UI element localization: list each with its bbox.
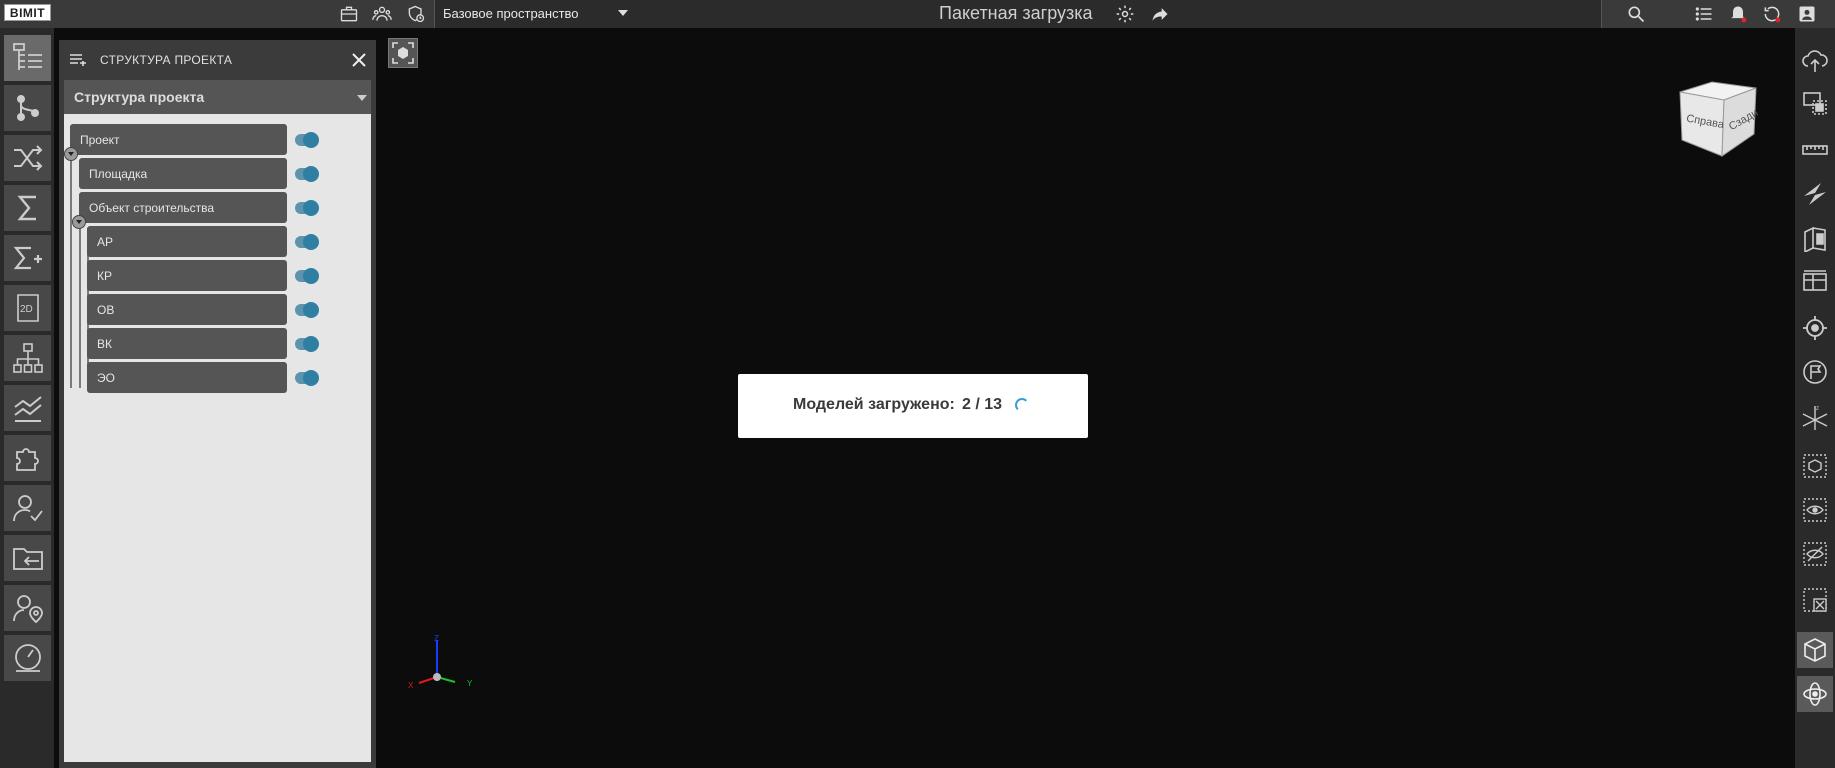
structure-select-value: Структура проекта <box>74 89 205 105</box>
history-icon[interactable] <box>1760 3 1784 25</box>
cube-view-icon[interactable] <box>1797 632 1833 668</box>
show-icon[interactable] <box>1797 492 1833 528</box>
axis-x-label: X <box>408 681 414 690</box>
axis-z-label: Z <box>434 634 439 643</box>
panel-header: СТРУКТУРА ПРОЕКТА <box>59 40 376 80</box>
share-icon[interactable] <box>1148 3 1172 25</box>
cloud-upload-icon[interactable] <box>1797 42 1833 78</box>
tree-node-model[interactable]: ЭО <box>87 362 287 393</box>
hierarchy-icon[interactable] <box>4 335 51 381</box>
panel-title: СТРУКТУРА ПРОЕКТА <box>100 53 233 67</box>
folder-import-icon[interactable] <box>4 535 51 581</box>
spinner-icon <box>1015 398 1029 412</box>
workspace-select[interactable]: Базовое пространство <box>443 0 643 28</box>
loading-dialog: Моделей загружено: 2 / 13 <box>738 374 1088 438</box>
chart-lines-icon[interactable] <box>4 385 51 431</box>
branch-icon[interactable] <box>4 85 51 131</box>
account-icon[interactable] <box>1795 3 1819 25</box>
tree-node-label: Площадка <box>89 167 148 181</box>
bell-icon[interactable] <box>1726 3 1750 25</box>
tree-node-model[interactable]: ВК <box>87 328 287 359</box>
shield-clock-icon[interactable] <box>404 3 428 25</box>
menu-icon[interactable] <box>70 53 86 67</box>
visibility-toggle[interactable] <box>295 268 319 284</box>
loading-label: Моделей загружено: <box>793 396 955 413</box>
page-title: Пакетная загрузка <box>939 3 1093 23</box>
sum-plus-icon[interactable] <box>4 235 51 281</box>
floor-plan-icon[interactable] <box>1797 264 1833 300</box>
flag-icon[interactable] <box>1797 354 1833 390</box>
structure-select[interactable]: Структура проекта <box>64 80 371 114</box>
top-bar: BIMIT Базовое пространство Пакетная загр… <box>0 0 1835 28</box>
svg-text:2D: 2D <box>20 304 33 315</box>
project-structure-icon[interactable] <box>4 35 51 81</box>
hide-icon[interactable] <box>1797 536 1833 572</box>
project-structure-panel: СТРУКТУРА ПРОЕКТА Структура проекта Прое… <box>59 40 376 768</box>
visibility-toggle[interactable] <box>295 370 319 386</box>
list-icon[interactable] <box>1692 3 1716 25</box>
app-logo[interactable]: BIMIT <box>4 4 51 21</box>
axis-gizmo: Z Y X <box>408 634 473 690</box>
axis-y-label: Y <box>467 679 473 688</box>
left-toolbar: 2D <box>0 28 54 768</box>
gear-icon[interactable] <box>1113 3 1137 25</box>
svg-text:Z: Z <box>1816 406 1819 412</box>
tree-node-label: Объект строительства <box>89 201 215 215</box>
target-icon[interactable] <box>1797 310 1833 346</box>
isolate-icon[interactable] <box>1797 448 1833 484</box>
tree-node-label: КР <box>97 269 112 283</box>
tree-node-building[interactable]: Объект строительства <box>79 192 287 223</box>
tree-node-model[interactable]: АР <box>87 226 287 257</box>
ruler-icon[interactable] <box>1797 132 1833 168</box>
visibility-toggle[interactable] <box>295 166 319 182</box>
screen-select-icon[interactable] <box>1797 86 1833 122</box>
tree-node-project[interactable]: Проект <box>70 124 287 155</box>
frame-object-icon <box>392 42 414 64</box>
team-icon[interactable] <box>370 3 394 25</box>
visibility-toggle[interactable] <box>295 132 319 148</box>
tree-node-site[interactable]: Площадка <box>79 158 287 189</box>
visibility-toggle[interactable] <box>295 336 319 352</box>
axis-plane-icon[interactable]: Z <box>1797 400 1833 436</box>
project-tree: Проект Площадка Объект строительства АР … <box>64 114 371 762</box>
briefcase-icon[interactable] <box>337 3 361 25</box>
shuffle-icon[interactable] <box>4 135 51 181</box>
right-toolbar: Z <box>1795 28 1835 768</box>
workspace-bar: Базовое пространство Пакетная загрузка <box>434 0 1602 28</box>
orbit-icon[interactable] <box>1797 676 1833 712</box>
visibility-toggle[interactable] <box>295 234 319 250</box>
dashboard-gauge-icon[interactable] <box>4 635 51 681</box>
focus-frame-button[interactable] <box>388 38 418 68</box>
chevron-down-icon[interactable] <box>618 10 628 16</box>
user-check-icon[interactable] <box>4 485 51 531</box>
visibility-toggle[interactable] <box>295 302 319 318</box>
tree-node-label: ОВ <box>97 303 115 317</box>
tree-node-model[interactable]: КР <box>87 260 287 291</box>
visibility-toggle[interactable] <box>295 200 319 216</box>
view-cube[interactable]: Справа Сзади <box>1676 78 1760 162</box>
clear-selection-icon[interactable] <box>1797 582 1833 618</box>
tree-node-label: АР <box>97 235 114 249</box>
section-box-icon[interactable] <box>1797 220 1833 256</box>
section-plane-icon[interactable] <box>1797 176 1833 212</box>
search-icon[interactable] <box>1624 3 1648 25</box>
collapse-icon[interactable] <box>64 147 78 161</box>
tree-node-label: ВК <box>97 337 112 351</box>
drawing-2d-icon[interactable]: 2D <box>4 285 51 331</box>
sum-icon[interactable] <box>4 185 51 231</box>
close-icon[interactable] <box>349 50 369 70</box>
collapse-icon[interactable] <box>72 215 86 229</box>
tree-connector <box>70 126 72 388</box>
user-location-icon[interactable] <box>4 585 51 631</box>
tree-node-label: Проект <box>80 133 120 147</box>
plugin-icon[interactable] <box>4 435 51 481</box>
tree-node-label: ЭО <box>97 371 115 385</box>
loading-count: 2 / 13 <box>962 396 1003 413</box>
tree-node-model[interactable]: ОВ <box>87 294 287 325</box>
chevron-down-icon[interactable] <box>357 95 367 101</box>
